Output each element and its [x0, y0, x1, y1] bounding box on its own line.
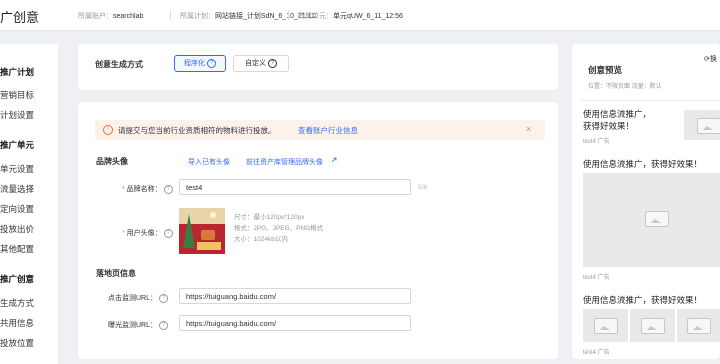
top-bar: 广创意 所属账户：searchlab 所属计划：网站链接_计划SdN_6_10_…	[0, 0, 720, 31]
refresh-button[interactable]: ⟳换	[704, 54, 717, 64]
landing-section-title: 落地页信息	[96, 269, 136, 278]
brand-name-count: 5/8	[418, 184, 428, 191]
help-icon: ?	[163, 184, 173, 194]
sidebar-item-other[interactable]: 其他配置	[0, 243, 34, 255]
help-icon: ?	[207, 58, 216, 68]
preview-subtitle: 位置：不限页面 流量：默认	[588, 84, 662, 90]
sidebar-item-shared-info[interactable]: 共用信息	[0, 317, 34, 329]
ad-3-image-3	[677, 309, 720, 342]
sidebar-item-creative[interactable]: 推广创意	[0, 273, 34, 285]
creative-mode-card: 创意生成方式 程序化? 自定义?	[78, 44, 558, 90]
help-icon: ?	[163, 228, 173, 238]
divider	[288, 10, 289, 20]
sidebar-item-goal[interactable]: 营销目标	[0, 89, 34, 101]
help-icon: ?	[268, 58, 277, 68]
ad-3-image-2	[630, 309, 675, 342]
brand-section-title: 品牌头像	[96, 157, 128, 166]
brand-name-label: * 品牌名称：?	[122, 184, 173, 194]
image-placeholder-icon	[687, 318, 711, 334]
page-title: 广创意	[0, 10, 40, 25]
ad-1-title: 使用信息流推广，获得好效果！	[583, 109, 652, 131]
ad-2-image	[583, 173, 720, 267]
import-avatar-link[interactable]: 导入已有头像	[188, 157, 230, 167]
industry-notice: ! 请提交与您当前行业资质相符的物料进行投放。 查看账户行业信息 ×	[95, 120, 545, 140]
sidebar-item-unit-settings[interactable]: 单元设置	[0, 163, 34, 175]
ad-3-title: 使用信息流推广，获得好效果！	[583, 295, 703, 305]
programmatic-option[interactable]: 程序化?	[174, 55, 226, 72]
sidebar-item-bidding[interactable]: 投放出价	[0, 223, 34, 235]
impression-url-label: 曝光监测URL：?	[108, 320, 169, 330]
ad-3-image-1	[583, 309, 628, 342]
sidebar-item-targeting[interactable]: 定向设置	[0, 203, 34, 215]
ad-1-image	[684, 110, 720, 140]
help-icon: ?	[159, 293, 169, 303]
impression-url-input[interactable]: https://tuiguang.baidu.com/	[179, 315, 411, 331]
warning-icon: !	[103, 125, 113, 135]
custom-option[interactable]: 自定义?	[233, 55, 289, 72]
image-placeholder-icon	[641, 318, 665, 334]
external-link-icon[interactable]	[330, 156, 338, 164]
ad-2-title: 使用信息流推广，获得好效果！	[583, 159, 703, 169]
sidebar-item-plan-settings[interactable]: 计划设置	[0, 109, 34, 121]
sidebar-item-generation[interactable]: 生成方式	[0, 297, 34, 309]
click-url-label: 点击监测URL：?	[108, 293, 169, 303]
sidebar-item-campaign[interactable]: 推广计划	[0, 66, 34, 78]
ad-1-tag: test4 广告	[583, 139, 610, 145]
manage-avatar-link[interactable]: 前往资产库管理品牌头像	[246, 157, 323, 167]
image-placeholder-icon	[594, 318, 618, 334]
click-url-input[interactable]: https://tuiguang.baidu.com/	[179, 288, 411, 304]
sidebar: 推广计划 营销目标 计划设置 推广单元 单元设置 流量选择 定向设置 投放出价 …	[0, 44, 58, 364]
divider	[580, 100, 720, 101]
preview-title: 创意预览	[588, 65, 623, 75]
avatar-image[interactable]	[179, 208, 225, 254]
unit-info: 所属单元：单元qUW_6_11_12:56	[298, 13, 403, 20]
avatar-spec-filesize: 大小：1024kb以内	[234, 236, 288, 243]
ad-3-tag: test4 广告	[583, 350, 610, 356]
notice-text: 请提交与您当前行业资质相符的物料进行投放。	[118, 126, 276, 135]
plan-info: 所属计划：网站链接_计划SdN_6_10_21:11	[180, 13, 315, 20]
close-icon[interactable]: ×	[526, 124, 531, 134]
ad-2-tag: test4 广告	[583, 275, 610, 281]
avatar-spec-format: 格式：JPG、JPEG、PNG格式	[234, 225, 324, 232]
avatar-spec-size: 尺寸：最小120px*120px	[234, 214, 305, 221]
help-icon: ?	[159, 320, 169, 330]
sidebar-item-traffic[interactable]: 流量选择	[0, 183, 34, 195]
account-info: 所属账户：searchlab	[78, 13, 144, 20]
image-placeholder-icon	[697, 118, 720, 134]
sidebar-item-placement[interactable]: 投放位置	[0, 337, 34, 349]
avatar-label: * 用户头像：?	[122, 228, 173, 238]
brand-name-input[interactable]: test4	[179, 179, 411, 195]
sidebar-item-unit[interactable]: 推广单元	[0, 139, 34, 151]
view-industry-link[interactable]: 查看账户行业信息	[298, 125, 358, 136]
image-placeholder-icon	[645, 211, 669, 227]
creative-mode-label: 创意生成方式	[95, 60, 143, 69]
divider	[170, 10, 171, 20]
